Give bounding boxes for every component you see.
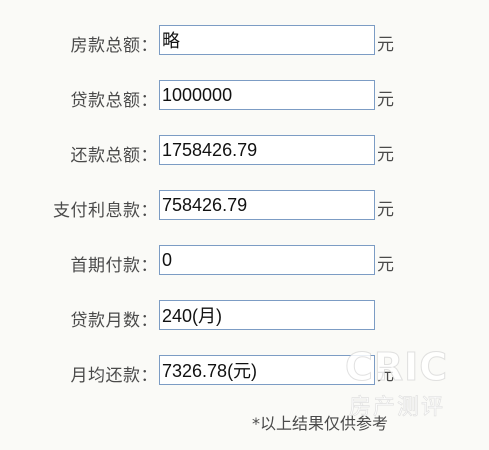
- house-total-label: 房款总额：: [70, 36, 158, 56]
- repay-total-field[interactable]: [159, 135, 375, 165]
- loan-total-field[interactable]: [159, 80, 375, 110]
- loan-months-field[interactable]: [159, 300, 375, 330]
- interest-paid-unit: 元: [377, 200, 394, 220]
- monthly-repay-row: 月均还款： 元: [0, 355, 489, 391]
- repay-total-unit: 元: [377, 145, 394, 165]
- house-total-unit: 元: [377, 35, 394, 55]
- interest-paid-field[interactable]: [159, 190, 375, 220]
- monthly-repay-unit: 元: [377, 365, 394, 385]
- repay-total-label: 还款总额：: [70, 146, 158, 166]
- house-total-field[interactable]: [159, 25, 375, 55]
- house-total-row: 房款总额： 元: [0, 25, 489, 61]
- interest-paid-row: 支付利息款： 元: [0, 190, 489, 226]
- monthly-repay-field[interactable]: [159, 355, 375, 385]
- down-payment-label: 首期付款：: [70, 256, 158, 276]
- loan-total-unit: 元: [377, 90, 394, 110]
- down-payment-unit: 元: [377, 255, 394, 275]
- down-payment-row: 首期付款： 元: [0, 245, 489, 281]
- monthly-repay-label: 月均还款：: [70, 366, 158, 386]
- loan-months-label: 贷款月数：: [70, 311, 158, 331]
- disclaimer-note: *以上结果仅供参考: [252, 414, 389, 433]
- loan-months-row: 贷款月数：: [0, 300, 489, 336]
- loan-total-row: 贷款总额： 元: [0, 80, 489, 116]
- interest-paid-label: 支付利息款：: [53, 201, 158, 221]
- loan-result-form: 房款总额： 元 贷款总额： 元 还款总额： 元 支付利息款： 元 首期付款： 元…: [0, 25, 489, 410]
- down-payment-field[interactable]: [159, 245, 375, 275]
- loan-total-label: 贷款总额：: [70, 91, 158, 111]
- repay-total-row: 还款总额： 元: [0, 135, 489, 171]
